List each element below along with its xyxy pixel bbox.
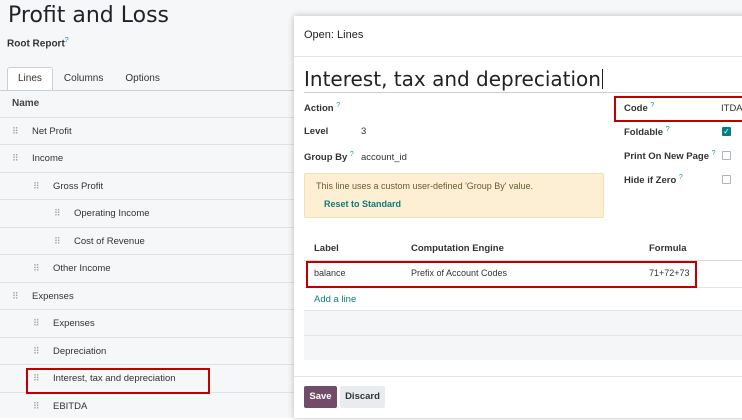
level-label: Level [304,126,329,137]
foldable-checkbox[interactable]: ✓ [722,127,731,136]
report-line-row[interactable]: ⠿ Income [0,144,300,172]
alert-message: This line uses a custom user-defined 'Gr… [316,181,534,191]
help-icon[interactable]: ? [712,150,716,157]
highlight-box [614,96,742,122]
divider [294,56,742,57]
group-by-label: Group By ? [304,151,354,164]
report-line-label: EBITDA [53,401,88,412]
tab-lines[interactable]: Lines [7,67,53,90]
report-line-label: Cost of Revenue [74,236,145,247]
report-line-label: Expenses [53,318,95,329]
expressions-table-header: Label Computation Engine Formula [304,238,742,261]
report-line-label: Income [32,153,64,164]
drag-handle-icon[interactable]: ⠿ [12,126,18,137]
hide-if-zero-label: Hide if Zero ? [624,174,683,187]
report-line-row[interactable]: ⠿ EBITDA [0,392,300,420]
empty-table-row [304,335,742,360]
drag-handle-icon[interactable]: ⠿ [54,208,60,219]
discard-button[interactable]: Discard [340,386,385,408]
action-label: Action ? [304,102,341,115]
drag-handle-icon[interactable]: ⠿ [54,236,60,247]
drag-handle-icon[interactable]: ⠿ [33,346,39,357]
help-icon[interactable]: ? [350,151,354,158]
highlight-box [26,368,210,394]
highlight-box [306,261,697,288]
column-header-engine: Computation Engine [411,243,504,254]
help-icon[interactable]: ? [666,126,670,133]
group-by-field[interactable]: account_id [361,152,407,163]
report-line-label: Expenses [32,291,74,302]
save-button[interactable]: Save [304,386,337,408]
divider [294,376,742,377]
help-icon[interactable]: ? [65,37,69,44]
empty-table-row [304,310,742,335]
add-line-link[interactable]: Add a line [314,294,356,305]
root-report-label: Root Report? [7,37,69,50]
drag-handle-icon[interactable]: ⠿ [33,181,39,192]
column-header-label: Label [314,243,339,254]
tab-divider [0,90,300,91]
report-line-label: Depreciation [53,346,107,357]
report-line-row[interactable]: ⠿ Depreciation [0,337,300,365]
drag-handle-icon[interactable]: ⠿ [33,263,39,274]
report-line-row[interactable]: ⠿ Expenses [0,309,300,337]
report-line-row[interactable]: ⠿ Other Income [0,254,300,282]
reset-to-standard-button[interactable]: Reset to Standard [324,199,401,209]
help-icon[interactable]: ? [336,102,340,109]
column-header-formula: Formula [649,243,687,254]
help-icon[interactable]: ? [679,174,683,181]
drag-handle-icon[interactable]: ⠿ [33,401,39,412]
drag-handle-icon[interactable]: ⠿ [33,318,39,329]
foldable-label: Foldable ? [624,126,670,139]
text-caret [601,69,603,89]
print-on-new-page-label: Print On New Page ? [624,150,716,163]
open-lines-dialog: Open: Lines Interest, tax and depreciati… [294,16,742,418]
report-line-row[interactable]: ⠿ Cost of Revenue [0,227,300,255]
report-line-label: Net Profit [32,126,72,137]
drag-handle-icon[interactable]: ⠿ [12,153,18,164]
report-line-row[interactable]: ⠿ Gross Profit [0,172,300,200]
print-on-new-page-checkbox[interactable] [722,151,731,160]
report-tabs: Lines Columns Options [7,67,171,91]
group-by-alert: This line uses a custom user-defined 'Gr… [304,173,604,218]
tab-columns[interactable]: Columns [53,67,114,90]
report-line-label: Operating Income [74,208,150,219]
report-line-row[interactable]: ⠿ Net Profit [0,117,300,145]
column-header-name: Name [12,98,40,109]
report-line-row[interactable]: ⠿ Operating Income [0,199,300,227]
page-title: Profit and Loss [8,3,170,28]
report-line-row[interactable]: ⠿ Expenses [0,282,300,310]
report-line-label: Other Income [53,263,111,274]
drag-handle-icon[interactable]: ⠿ [12,291,18,302]
hide-if-zero-checkbox[interactable] [722,175,731,184]
level-field[interactable]: 3 [361,126,366,137]
dialog-title: Open: Lines [304,29,364,41]
tab-options[interactable]: Options [114,67,170,90]
line-name-input[interactable]: Interest, tax and depreciation [304,66,742,93]
report-line-label: Gross Profit [53,181,104,192]
